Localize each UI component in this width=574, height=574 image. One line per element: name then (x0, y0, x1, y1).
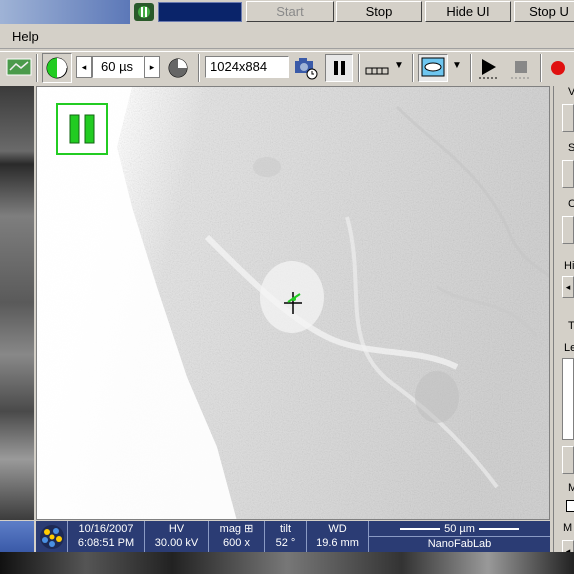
arrow-right-icon[interactable]: ▸ (144, 56, 160, 78)
mag-cell: mag ⊞ 600 x (209, 521, 265, 552)
scale-cell: 50 µm NanoFabLab (369, 521, 550, 552)
scalebar-right (478, 528, 519, 530)
snapshot-icon[interactable] (6, 56, 32, 78)
secondary-image-strip (0, 86, 34, 520)
fei-logo-icon (36, 521, 68, 552)
dwell-time-field[interactable]: 60 µs (92, 56, 144, 78)
hv-cell: HV 30.00 kV (145, 521, 209, 552)
camera-icon[interactable] (293, 55, 319, 81)
right-panel-button[interactable] (562, 104, 574, 132)
mag-label: mag (219, 523, 242, 535)
mag-value: 600 x (223, 537, 250, 549)
tilt-cell: tilt 52 ° (265, 521, 307, 552)
arrow-left-icon[interactable]: ◂ (562, 276, 574, 298)
right-panel-label-v: V (568, 86, 574, 98)
scalebar-left (400, 528, 441, 530)
toolbar-separator (36, 54, 38, 82)
hide-ui-button[interactable]: Hide UI (425, 1, 511, 22)
window-title-area (0, 0, 130, 24)
right-panel-label-c: C (568, 198, 574, 210)
stop-button[interactable]: Stop (336, 1, 422, 22)
pause-icon[interactable] (325, 54, 353, 82)
right-panel-label-m2: M (563, 522, 573, 534)
lens-icon[interactable] (418, 54, 448, 82)
wd-label: WD (328, 523, 347, 535)
status-led-icon (133, 2, 155, 22)
left-panel-footer (0, 521, 34, 552)
crosshair-icon (282, 290, 304, 316)
start-button[interactable]: Start (246, 1, 334, 22)
toolbar-separator (470, 54, 472, 82)
right-panel-label-m: M (568, 482, 574, 494)
right-panel-label-hi: Hi (564, 260, 574, 272)
scale-label: 50 µm (444, 523, 475, 535)
sem-databar: 10/16/2007 6:08:51 PM HV 30.00 kV mag ⊞ … (36, 521, 550, 552)
wd-cell: WD 19.6 mm (307, 521, 369, 552)
toolbar-separator (412, 54, 414, 82)
right-panel-label-t: T (568, 320, 574, 332)
hv-value: 30.00 kV (154, 537, 199, 549)
status-bar (158, 2, 242, 22)
dropdown-arrow-icon[interactable]: ▼ (452, 60, 466, 74)
menu-help[interactable]: Help (12, 29, 39, 44)
dropdown-arrow-icon[interactable]: ▼ (394, 60, 408, 74)
wd-value: 19.6 mm (316, 537, 359, 549)
bottom-image-strip (0, 552, 574, 574)
right-panel-button[interactable] (562, 216, 574, 244)
play-icon[interactable] (476, 55, 502, 81)
resolution-field[interactable]: 1024x884 (205, 56, 289, 78)
arrow-left-icon[interactable]: ◂ (76, 56, 92, 78)
menu-bar (0, 25, 574, 49)
right-panel-label-le: Le (564, 342, 574, 354)
clock-icon[interactable] (42, 53, 72, 83)
timer-icon[interactable] (166, 56, 190, 80)
right-panel-button[interactable] (562, 446, 574, 474)
right-panel-button[interactable] (562, 160, 574, 188)
datetime-cell: 10/16/2007 6:08:51 PM (68, 521, 145, 552)
toolbar-separator (358, 54, 360, 82)
toolbar-separator (540, 54, 542, 82)
hv-label: HV (168, 523, 185, 535)
right-panel-label-s: S (568, 142, 574, 154)
date-label: 10/16/2007 (78, 523, 134, 535)
right-panel-checkbox[interactable] (566, 500, 574, 512)
record-icon[interactable] (550, 60, 566, 76)
line-scan-icon[interactable] (364, 58, 392, 78)
lab-name: NanoFabLab (369, 536, 550, 551)
tilt-value: 52 ° (275, 537, 296, 549)
grid-icon: ⊞ (244, 523, 254, 535)
stop-icon[interactable] (508, 55, 534, 81)
tilt-label: tilt (280, 523, 291, 535)
time-label: 6:08:51 PM (77, 537, 135, 549)
paused-indicator-icon (56, 103, 108, 155)
toolbar-separator (198, 54, 200, 82)
stop-ui-button[interactable]: Stop U (514, 1, 574, 22)
right-panel-list[interactable] (562, 358, 574, 440)
